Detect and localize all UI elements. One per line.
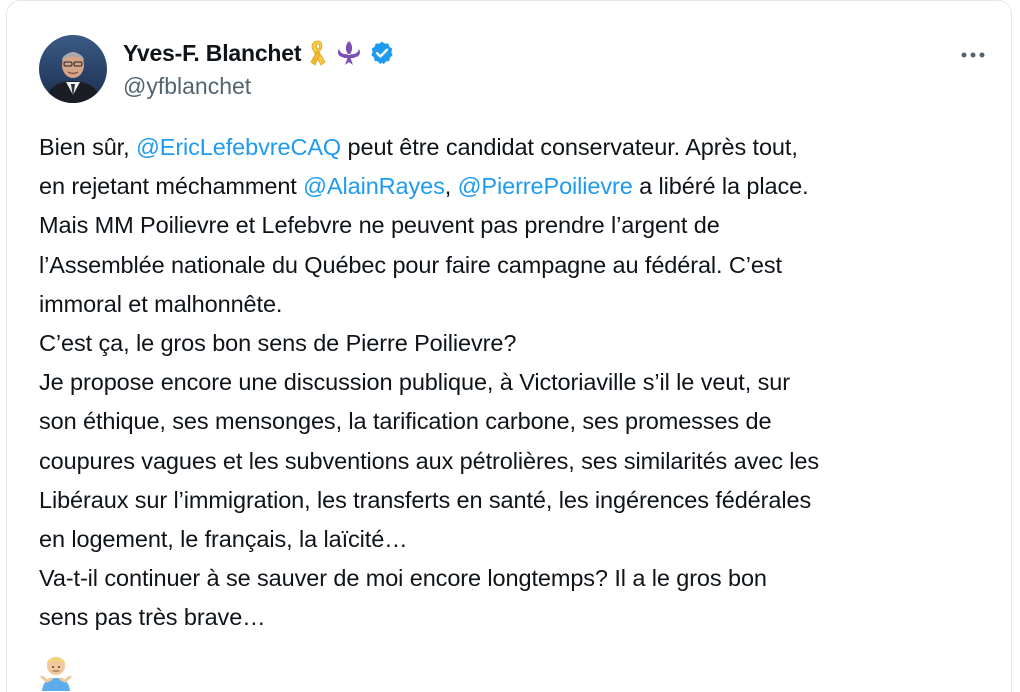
text-segment: peut être candidat conservateur. Après t… xyxy=(341,134,798,160)
tweet-line: Bien sûr, @EricLefebvreCAQ peut être can… xyxy=(39,128,1009,167)
author-row: Yves-F. Blanchet xyxy=(123,37,395,69)
tweet-line: Va-t-il continuer à se sauver de moi enc… xyxy=(39,565,767,592)
yellow-ribbon-icon xyxy=(307,39,329,67)
text-segment: a libéré la place. xyxy=(632,173,809,200)
tweet-line: Je propose encore une discussion publiqu… xyxy=(39,369,790,396)
author-handle[interactable]: @yfblanchet xyxy=(123,73,251,100)
avatar[interactable] xyxy=(39,35,107,103)
tweet-line: son éthique, ses mensonges, la tarificat… xyxy=(39,408,772,435)
tweet-line: en logement, le français, la laïcité… xyxy=(39,526,408,553)
tweet-text: Bien sûr, @EricLefebvreCAQ peut être can… xyxy=(39,128,1009,638)
more-options-icon[interactable] xyxy=(955,37,991,73)
tweet-line: C’est ça, le gros bon sens de Pierre Poi… xyxy=(39,330,517,357)
text-segment: en rejetant méchamment xyxy=(39,173,304,200)
tweet-line: Mais MM Poilievre et Lefebvre ne peuvent… xyxy=(39,212,720,239)
person-shrugging-emoji xyxy=(39,651,73,691)
tweet-line: Libéraux sur l’immigration, les transfer… xyxy=(39,486,812,513)
mention-link[interactable]: @PierrePoilievre xyxy=(458,173,633,199)
tweet-line: immoral et malhonnête. xyxy=(39,290,283,317)
text-segment: Bien sûr, xyxy=(39,134,136,160)
mention-link[interactable]: @AlainRayes xyxy=(303,173,445,199)
text-segment: , xyxy=(444,173,458,200)
verified-badge-icon[interactable] xyxy=(369,40,395,66)
tweet-line: l’Assemblée nationale du Québec pour fai… xyxy=(39,251,782,278)
tweet-line: coupures vagues et les subventions aux p… xyxy=(39,447,820,474)
mention-link[interactable]: @EricLefebvreCAQ xyxy=(136,134,341,160)
tweet-line: en rejetant méchamment @AlainRayes, @Pie… xyxy=(39,167,1009,206)
tweet-line: sens pas très brave… xyxy=(39,604,266,631)
tweet-card: Yves-F. Blanchet @yfblanchet Bien sûr, @… xyxy=(6,0,1012,692)
avatar-image xyxy=(39,35,107,103)
author-display-name[interactable]: Yves-F. Blanchet xyxy=(123,40,302,67)
fleur-de-lis-icon xyxy=(335,39,363,67)
